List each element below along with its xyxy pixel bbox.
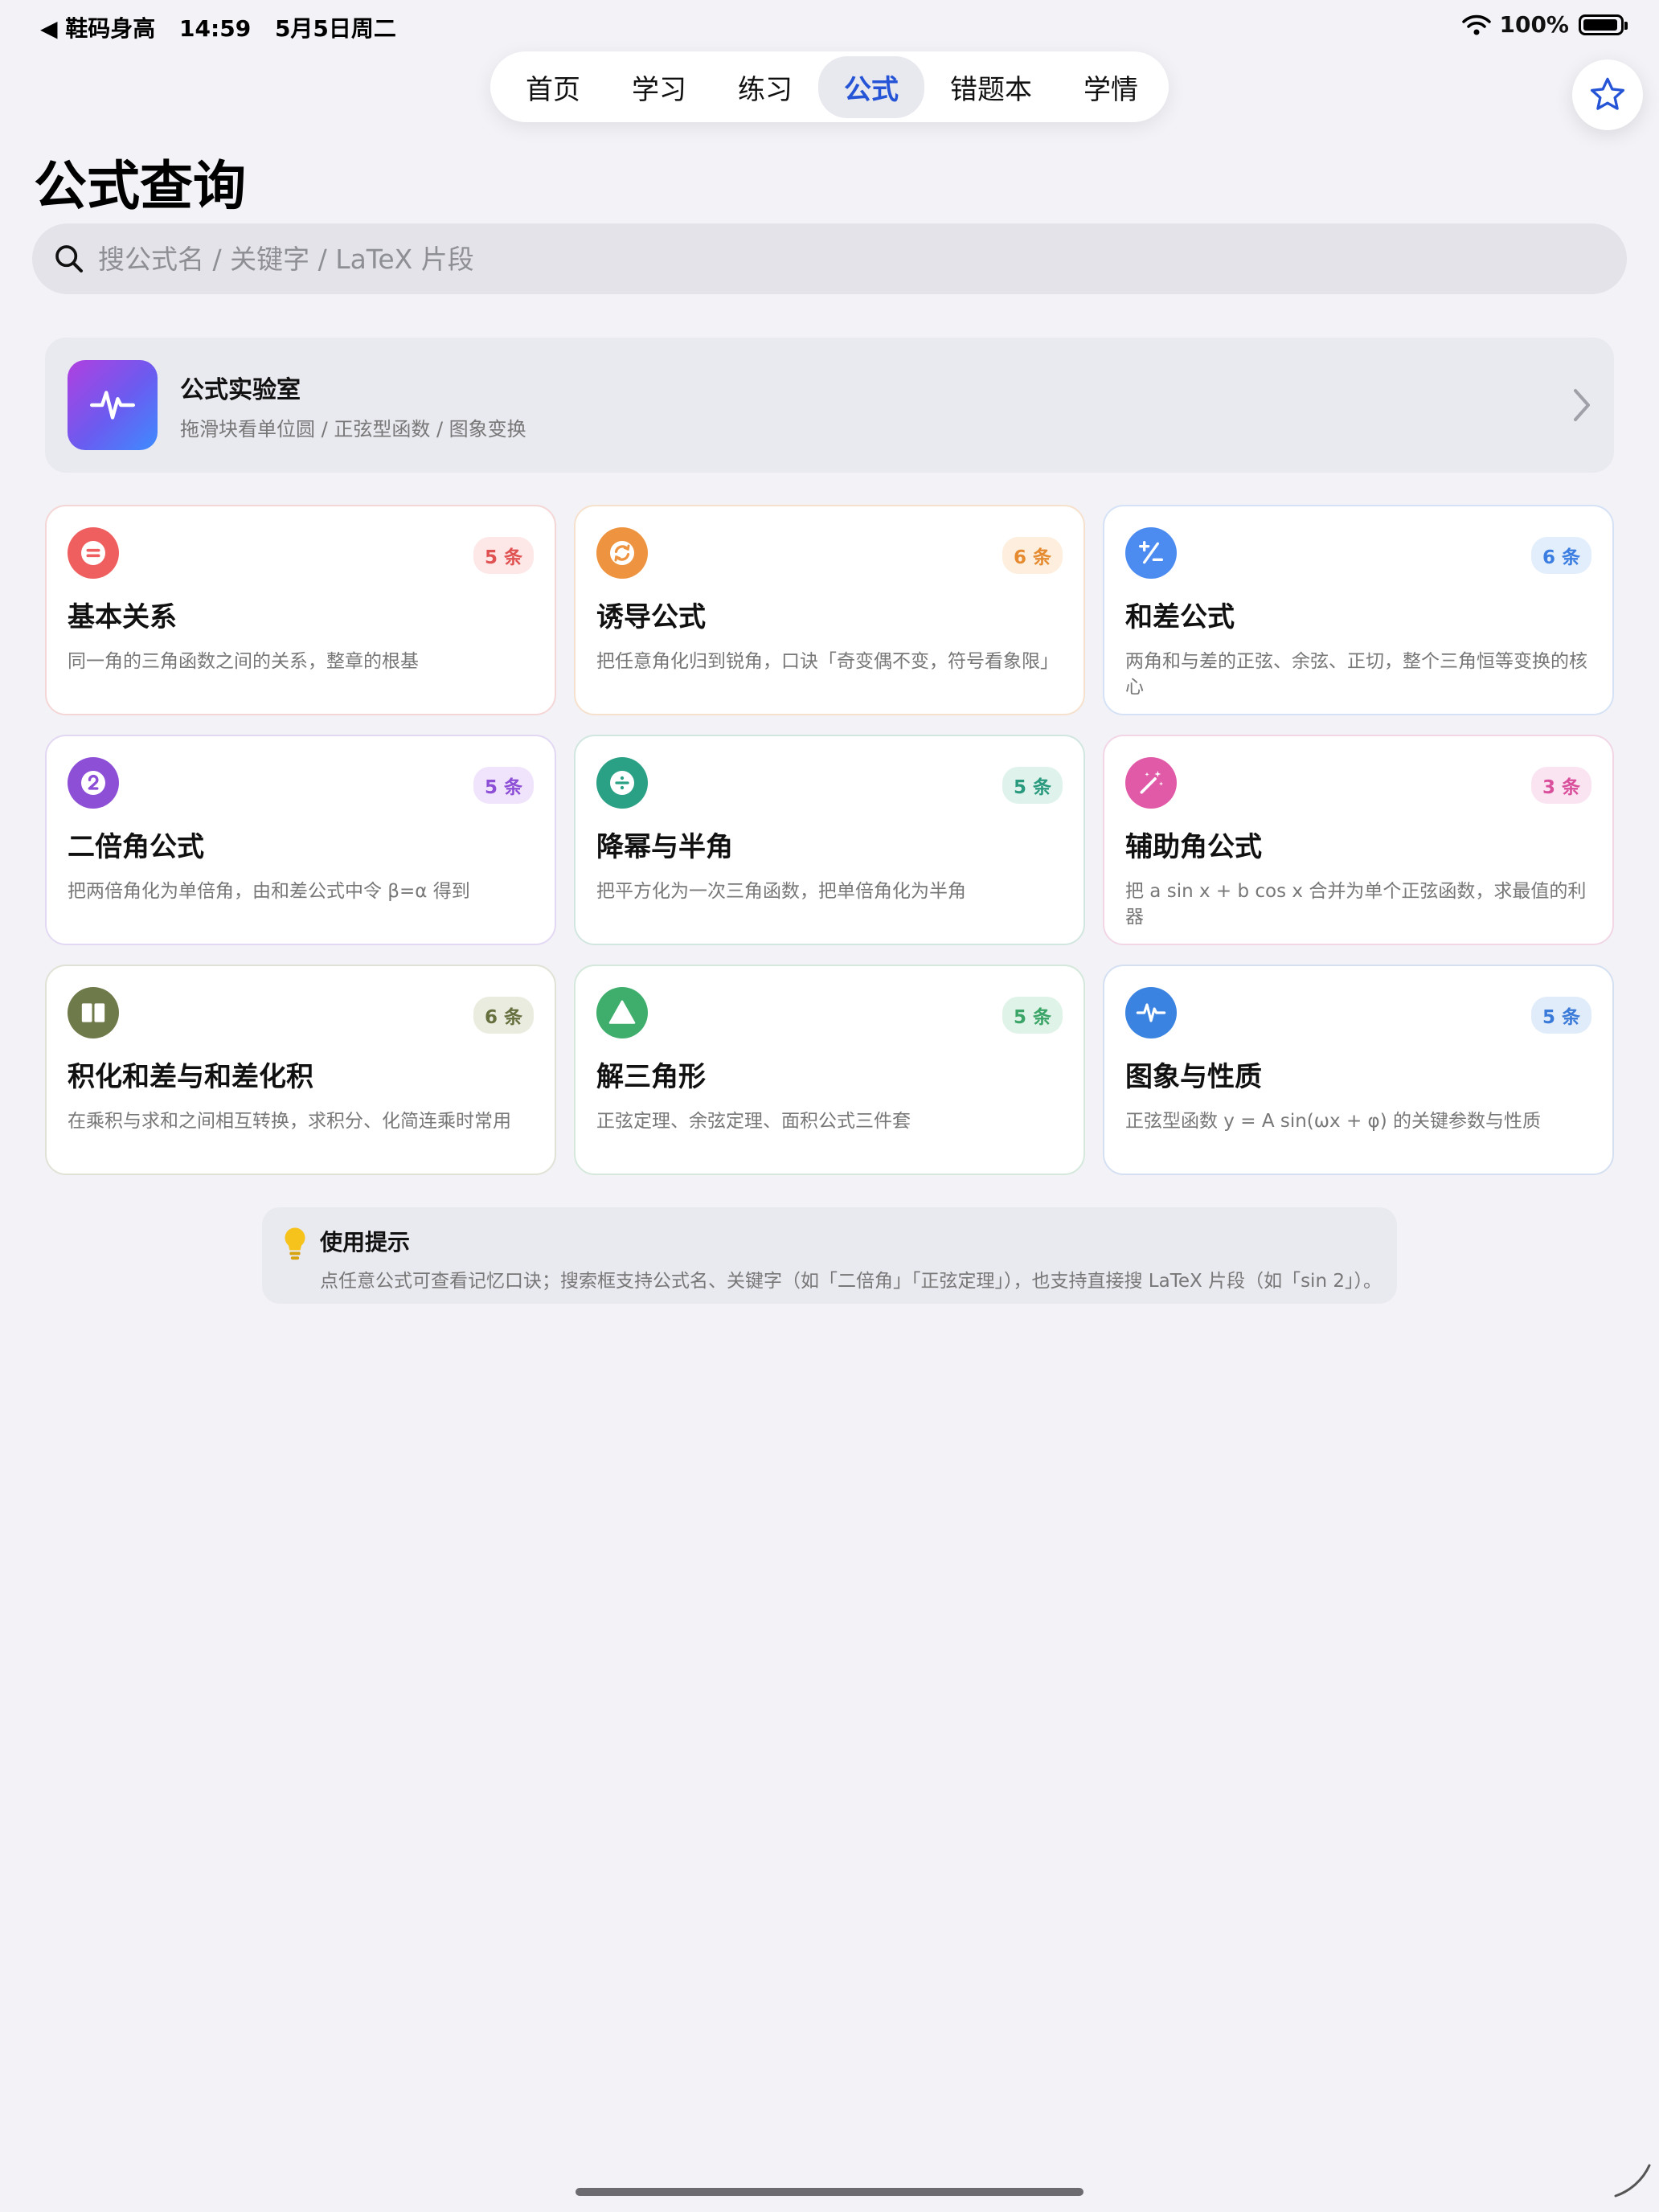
count-badge: 5 条	[1002, 997, 1063, 1034]
battery-level	[1583, 18, 1618, 31]
back-to-app-link[interactable]: ◀ 鞋码身高	[40, 15, 155, 42]
category-card-graph-properties[interactable]: 5 条 图象与性质 正弦型函数 y = A sin(ωx + φ) 的关键参数与…	[1103, 965, 1614, 1175]
icon-badge	[68, 757, 119, 809]
formula-lab-card[interactable]: 公式实验室 拖滑块看单位圆 / 正弦型函数 / 图象变换	[45, 338, 1614, 473]
category-title: 诱导公式	[596, 601, 706, 633]
count-badge: 6 条	[473, 997, 534, 1034]
category-card-sum-difference[interactable]: 6 条 和差公式 两角和与差的正弦、余弦、正切，整个三角恒等变换的核心	[1103, 505, 1614, 715]
favorites-button[interactable]	[1572, 59, 1643, 130]
category-description: 把 a sin x + b cos x 合并为单个正弦函数，求最值的利器	[1125, 881, 1587, 928]
icon-badge	[1125, 987, 1177, 1038]
category-description: 把任意角化归到锐角，口诀「奇变偶不变，符号看象限」	[596, 651, 1059, 672]
book-icon	[81, 1003, 105, 1022]
category-card-product-sum[interactable]: 6 条 积化和差与和差化积 在乘积与求和之间相互转换，求积分、化简连乘时常用	[45, 965, 556, 1175]
battery-icon	[1579, 14, 1628, 35]
usage-tip-card: 使用提示 点任意公式可查看记忆口诀；搜索框支持公式名、关键字（如「二倍角」「正弦…	[262, 1207, 1397, 1304]
count-badge: 6 条	[1002, 537, 1063, 574]
category-description: 把两倍角化为单倍角，由和差公式中令 β=α 得到	[68, 881, 470, 902]
tip-text: 点任意公式可查看记忆口诀；搜索框支持公式名、关键字（如「二倍角」「正弦定理」），…	[320, 1271, 1382, 1292]
waveform-icon	[89, 391, 136, 420]
lab-title: 公式实验室	[180, 375, 301, 404]
magic-wand-icon	[1140, 771, 1164, 794]
lab-subtitle: 拖滑块看单位圆 / 正弦型函数 / 图象变换	[180, 417, 526, 440]
category-description: 在乘积与求和之间相互转换，求积分、化简连乘时常用	[68, 1111, 511, 1132]
icon-badge	[1125, 757, 1177, 809]
waveform-icon	[1136, 1003, 1166, 1022]
status-time: 14:59	[179, 15, 252, 42]
search-icon	[55, 245, 83, 272]
star-icon	[1590, 77, 1625, 110]
tab-formulas[interactable]: 公式	[818, 55, 924, 118]
status-date: 5月5日周二	[274, 15, 396, 42]
category-title: 基本关系	[68, 601, 177, 633]
count-badge: 6 条	[1530, 537, 1591, 574]
wifi-icon	[1462, 14, 1492, 35]
tab-home[interactable]: 首页	[500, 56, 606, 118]
category-card-power-reduction[interactable]: 5 条 降幂与半角 把平方化为一次三角函数，把单倍角化为半角	[574, 735, 1085, 945]
icon-badge	[596, 987, 648, 1038]
cycle-icon	[610, 541, 634, 565]
category-description: 两角和与差的正弦、余弦、正切，整个三角恒等变换的核心	[1125, 651, 1587, 698]
lightbulb-icon	[285, 1227, 305, 1260]
status-bar: ◀ 鞋码身高 14:59 5月5日周二 100%	[0, 0, 1659, 51]
icon-badge	[1125, 527, 1177, 579]
triangle-icon	[608, 1000, 636, 1024]
count-badge: 5 条	[1530, 997, 1591, 1034]
count-badge: 3 条	[1530, 767, 1591, 804]
category-title: 图象与性质	[1125, 1061, 1262, 1093]
chevron-right-icon	[1574, 389, 1590, 421]
tab-analytics[interactable]: 学情	[1058, 56, 1164, 118]
icon-badge	[68, 987, 119, 1038]
lab-icon-tile	[68, 360, 158, 450]
category-title: 降幂与半角	[596, 831, 733, 863]
category-description: 正弦型函数 y = A sin(ωx + φ) 的关键参数与性质	[1125, 1111, 1542, 1132]
page-title: 公式查询	[34, 155, 246, 217]
plus-minus-icon	[1139, 541, 1163, 564]
category-title: 和差公式	[1125, 601, 1235, 633]
category-description: 正弦定理、余弦定理、面积公式三件套	[596, 1111, 911, 1132]
category-title: 二倍角公式	[68, 831, 204, 863]
number-two-icon	[81, 771, 105, 795]
category-card-induction[interactable]: 6 条 诱导公式 把任意角化归到锐角，口诀「奇变偶不变，符号看象限」	[574, 505, 1085, 715]
top-tab-bar: 首页 学习 练习 公式 错题本 学情	[490, 51, 1169, 122]
divide-icon	[610, 771, 634, 795]
count-badge: 5 条	[1002, 767, 1063, 804]
tab-mistakes[interactable]: 错题本	[924, 56, 1058, 118]
icon-badge	[68, 527, 119, 579]
icon-badge	[596, 757, 648, 809]
tip-title: 使用提示	[320, 1229, 411, 1256]
category-card-auxiliary-angle[interactable]: 3 条 辅助角公式 把 a sin x + b cos x 合并为单个正弦函数，…	[1103, 735, 1614, 945]
category-title: 辅助角公式	[1125, 831, 1262, 863]
pencil-stroke-icon	[1614, 2164, 1651, 2198]
search-input[interactable]	[98, 243, 1545, 275]
equals-icon	[81, 541, 105, 565]
category-title: 积化和差与和差化积	[68, 1061, 313, 1093]
tab-study[interactable]: 学习	[606, 56, 712, 118]
category-description: 把平方化为一次三角函数，把单倍角化为半角	[596, 881, 966, 902]
count-badge: 5 条	[473, 767, 534, 804]
category-card-double-angle[interactable]: 5 条 二倍角公式 把两倍角化为单倍角，由和差公式中令 β=α 得到	[45, 735, 556, 945]
battery-percent: 100%	[1499, 11, 1569, 38]
home-indicator[interactable]	[576, 2188, 1083, 2196]
icon-badge	[596, 527, 648, 579]
app-screen: ◀ 鞋码身高 14:59 5月5日周二 100% 首页 学习 练习 公式 错题本…	[0, 0, 1659, 2212]
count-badge: 5 条	[473, 537, 534, 574]
category-description: 同一角的三角函数之间的关系，整章的根基	[68, 651, 419, 672]
category-card-basic-relations[interactable]: 5 条 基本关系 同一角的三角函数之间的关系，整章的根基	[45, 505, 556, 715]
tab-practice[interactable]: 练习	[712, 56, 818, 118]
category-card-triangle-solving[interactable]: 5 条 解三角形 正弦定理、余弦定理、面积公式三件套	[574, 965, 1085, 1175]
category-title: 解三角形	[596, 1061, 706, 1093]
search-bar[interactable]	[32, 223, 1627, 294]
